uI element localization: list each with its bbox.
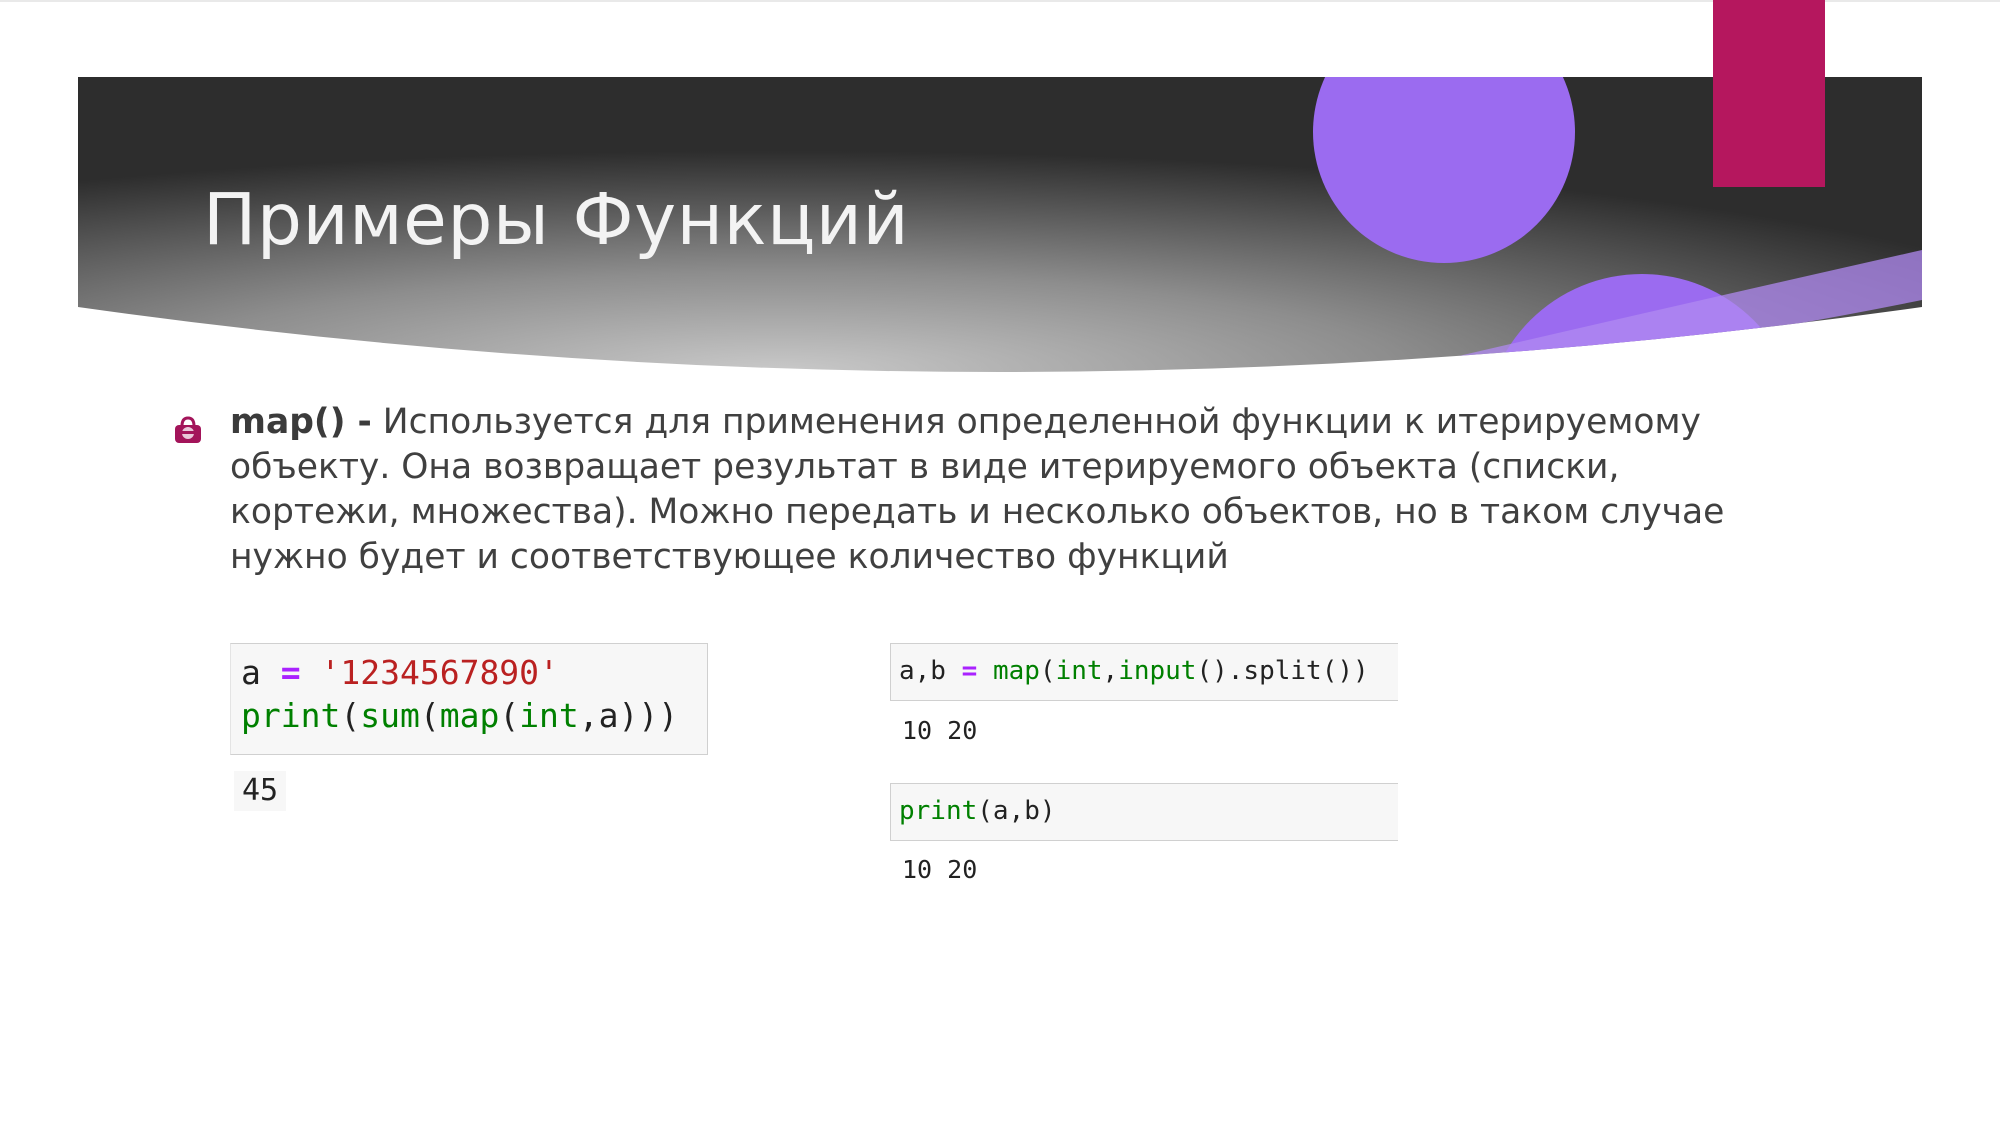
function-name: map() -	[230, 402, 372, 442]
code-token-rest: ,a)))	[578, 696, 679, 735]
code-token-int: int	[1055, 656, 1103, 686]
code-token-map: map	[439, 696, 500, 735]
code-token-input: input	[1118, 656, 1197, 686]
code-line-map-input: a,b = map(int,input().split())	[899, 653, 1369, 689]
code-line-print: print(a,b)	[899, 793, 1056, 829]
function-description: Используется для применения определенной…	[230, 402, 1725, 577]
code-cell-sum-example[interactable]: a = '1234567890' print(sum(map(int,a)))	[230, 643, 708, 755]
code-cell-map-input[interactable]: a,b = map(int,input().split())	[890, 643, 1398, 701]
code-line-1: a = '1234567890'	[241, 652, 559, 694]
code-token-comma: ,	[1102, 656, 1119, 686]
code-token-op: =	[961, 656, 978, 686]
code-token-print: print	[241, 696, 341, 735]
code-token-paren: (	[340, 696, 361, 735]
code-token-paren: (	[419, 696, 440, 735]
output-print: 10 20	[898, 853, 982, 887]
code-token-paren: (	[1039, 656, 1056, 686]
code-token-map: map	[992, 656, 1040, 686]
code-token-var: a	[241, 653, 261, 692]
bag-bullet-icon	[175, 416, 201, 443]
code-line-2: print(sum(map(int,a)))	[241, 695, 678, 737]
code-token-int: int	[519, 696, 579, 735]
code-token-vars: a,b	[899, 656, 946, 686]
code-token-rest: ().split())	[1196, 656, 1369, 686]
output-map-input: 10 20	[898, 714, 982, 748]
bullet-text: map() - Используется для применения опре…	[230, 400, 1730, 580]
code-token-paren: (	[499, 696, 520, 735]
code-token-sum: sum	[360, 696, 420, 735]
magenta-bookmark	[1713, 0, 1825, 187]
purple-circle-top	[1313, 77, 1575, 263]
code-token-string: '1234567890'	[320, 653, 559, 692]
code-cell-print[interactable]: print(a,b)	[890, 783, 1398, 841]
code-token-rest: (a,b)	[977, 796, 1056, 826]
slide-title: Примеры Функций	[203, 178, 910, 261]
output-sum-example: 45	[234, 771, 287, 811]
code-token-print: print	[899, 796, 978, 826]
code-token-op: =	[280, 653, 301, 692]
